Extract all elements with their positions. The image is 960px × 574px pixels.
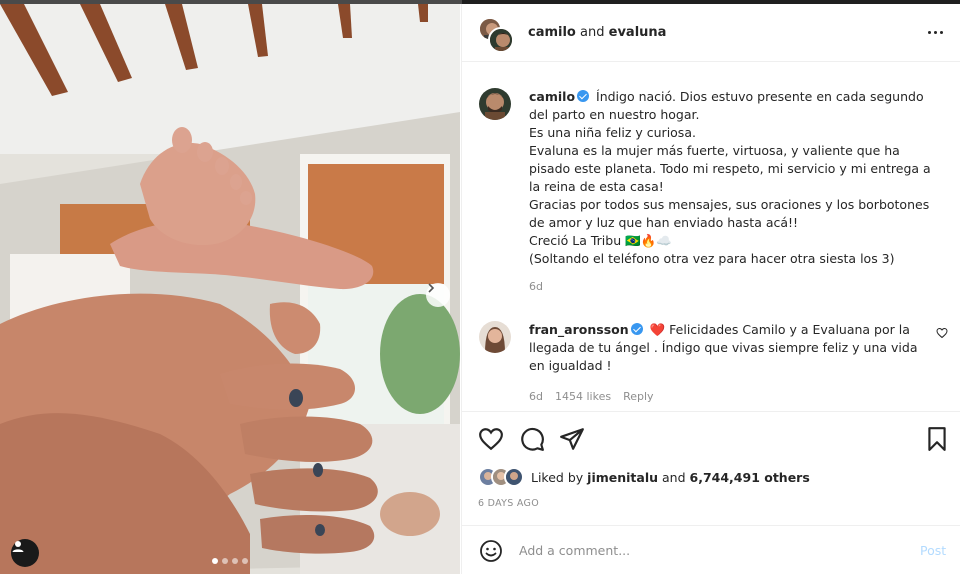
add-comment-bar: Post: [462, 525, 960, 574]
comment-reply-button[interactable]: Reply: [623, 390, 653, 403]
user-icon: [12, 541, 24, 552]
chevron-right-icon: [428, 283, 435, 293]
likes-and: and: [662, 469, 686, 485]
carousel-dot: [242, 558, 248, 564]
post-header: camilo and evaluna: [462, 4, 960, 62]
post-actions: [462, 414, 960, 464]
comment-username[interactable]: fran_aronsson: [529, 322, 629, 337]
likes-prefix: Liked by: [531, 469, 584, 485]
carousel-indicator: [212, 558, 248, 564]
avatar-image: [490, 29, 512, 51]
comment-avatar[interactable]: [479, 321, 511, 353]
likes-text: Liked by jimenitalu and 6,744,491 others: [531, 470, 810, 485]
like-comment-heart-icon[interactable]: [936, 327, 948, 339]
avatar-image: [479, 321, 511, 353]
carousel-next-button[interactable]: [426, 283, 450, 307]
comments-section: camilo Índigo nació. Dios estuvo present…: [462, 62, 960, 412]
comment-timestamp[interactable]: 6d: [529, 390, 543, 403]
comment-meta: 6d 1454 likes Reply: [529, 390, 654, 403]
post-time-ago[interactable]: 6 DAYS AGO: [478, 498, 539, 509]
verified-badge-icon: [577, 90, 590, 102]
comment-text: fran_aronsson ❤️ Felicidades Camilo y a …: [529, 321, 924, 375]
carousel-dot: [212, 558, 218, 564]
photo-illustration: [0, 4, 460, 574]
carousel-dot: [222, 558, 228, 564]
more-options-icon[interactable]: [924, 24, 946, 40]
caption-line: Gracias por todos sus mensajes, sus orac…: [529, 197, 930, 230]
post-comment-button[interactable]: Post: [920, 543, 946, 558]
share-send-icon[interactable]: [559, 426, 585, 452]
avatar-image: [479, 88, 511, 120]
caption-line: Es una niña feliz y curiosa.: [529, 125, 696, 140]
avatar[interactable]: [488, 27, 514, 53]
caption-line: Evaluna es la mujer más fuerte, virtuosa…: [529, 143, 931, 194]
likes-user[interactable]: jimenitalu: [587, 470, 658, 485]
liker-avatar[interactable]: [504, 467, 524, 487]
emoji-icon[interactable]: [479, 539, 503, 563]
header-title: camilo and evaluna: [528, 25, 666, 40]
caption-line: (Soltando el teléfono otra vez para hace…: [529, 251, 895, 266]
likes-count[interactable]: 6,744,491 others: [690, 470, 810, 485]
save-bookmark-icon[interactable]: [924, 426, 950, 452]
caption-line: Creció La Tribu 🇧🇷🔥☁️: [529, 233, 672, 248]
post-photo[interactable]: [0, 4, 460, 574]
comment-likes[interactable]: 1454 likes: [555, 390, 611, 403]
header-user-2[interactable]: evaluna: [609, 25, 667, 40]
header-connector: and: [580, 25, 605, 40]
post-side-panel: camilo and evaluna camilo Índigo nació. …: [461, 4, 960, 574]
caption-avatar[interactable]: [479, 88, 511, 120]
header-avatars[interactable]: [478, 17, 514, 53]
avatar-image: [506, 469, 522, 485]
comment-input[interactable]: [519, 538, 899, 562]
verified-badge-icon: [630, 323, 643, 335]
header-user-1[interactable]: camilo: [528, 25, 576, 40]
caption-username[interactable]: camilo: [529, 89, 575, 104]
likes-summary: Liked by jimenitalu and 6,744,491 others: [478, 466, 810, 488]
like-heart-icon[interactable]: [478, 426, 504, 452]
comment-bubble-icon[interactable]: [519, 426, 545, 452]
caption-text: camilo Índigo nació. Dios estuvo present…: [529, 88, 941, 268]
carousel-dot: [232, 558, 238, 564]
tagged-users-button[interactable]: [11, 539, 39, 567]
caption-timestamp[interactable]: 6d: [529, 280, 543, 293]
